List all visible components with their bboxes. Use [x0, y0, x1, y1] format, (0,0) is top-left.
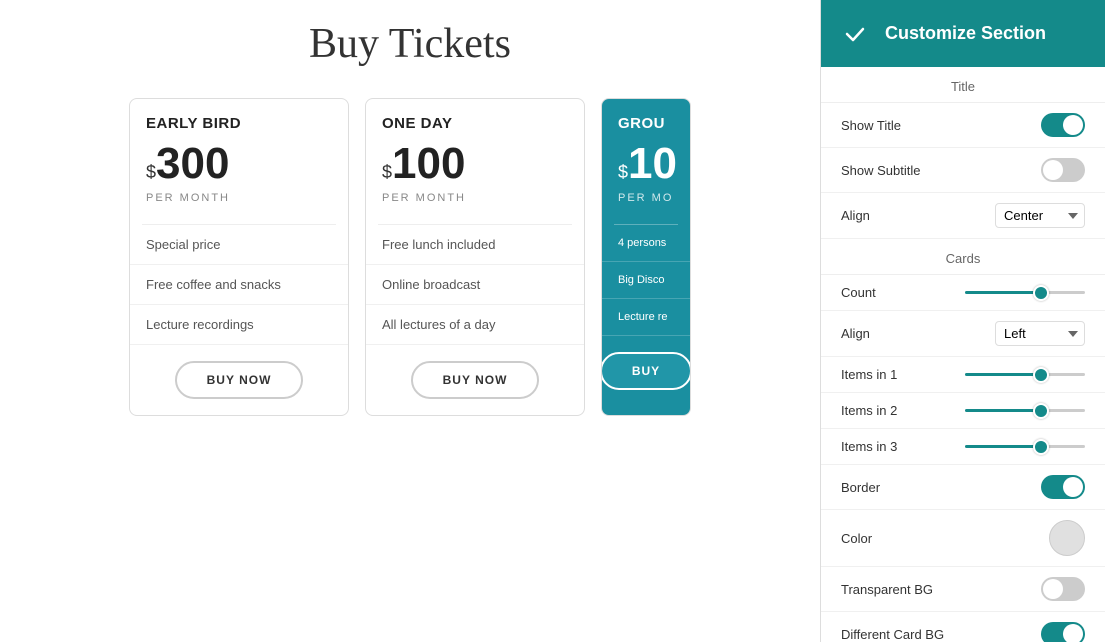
page-title: Buy Tickets	[309, 20, 511, 68]
count-slider-container	[965, 291, 1085, 294]
different-card-bg-toggle[interactable]	[1041, 622, 1085, 642]
feature-item: Big Disco	[602, 262, 690, 299]
feature-item: Special price	[130, 225, 348, 265]
main-content: Buy Tickets EARLY BIRD $ 300 PER MONTH S…	[0, 0, 820, 642]
buy-now-section: BUY NOW	[130, 345, 348, 415]
different-card-bg-label: Different Card BG	[841, 627, 944, 642]
align-cards-label: Align	[841, 326, 870, 341]
items-in-1-row: Items in 1	[821, 357, 1105, 393]
cards-container: EARLY BIRD $ 300 PER MONTH Special price…	[20, 98, 800, 416]
price-dollar: $	[382, 162, 392, 183]
color-row: Color	[821, 510, 1105, 567]
price-row: $ 10	[618, 142, 674, 186]
align-title-row: Align Left Center Right	[821, 193, 1105, 239]
per-month: PER MONTH	[146, 192, 332, 204]
align-title-select[interactable]: Left Center Right	[995, 203, 1085, 228]
price-dollar: $	[146, 162, 156, 183]
transparent-bg-toggle[interactable]	[1041, 577, 1085, 601]
feature-item: Online broadcast	[366, 265, 584, 305]
count-label: Count	[841, 285, 876, 300]
card-header: ONE DAY $ 100 PER MONTH	[366, 99, 584, 224]
card-name: GROU	[618, 115, 674, 132]
feature-item: Lecture re	[602, 299, 690, 336]
early-bird-card: EARLY BIRD $ 300 PER MONTH Special price…	[129, 98, 349, 416]
show-title-row: Show Title	[821, 103, 1105, 148]
feature-item: Lecture recordings	[130, 305, 348, 345]
card-header: GROU $ 10 PER MO	[602, 99, 690, 224]
price-row: $ 300	[146, 142, 332, 186]
align-title-label: Align	[841, 208, 870, 223]
items-in-2-row: Items in 2	[821, 393, 1105, 429]
color-label: Color	[841, 531, 872, 546]
different-card-bg-row: Different Card BG	[821, 612, 1105, 642]
price-amount: 300	[156, 142, 229, 186]
count-row: Count	[821, 275, 1105, 311]
buy-now-section: BUY	[602, 336, 690, 406]
buy-now-button[interactable]: BUY NOW	[175, 361, 304, 399]
feature-item: Free coffee and snacks	[130, 265, 348, 305]
items-in-1-slider-container	[965, 373, 1085, 376]
border-label: Border	[841, 480, 880, 495]
items-in-3-row: Items in 3	[821, 429, 1105, 465]
per-month: PER MO	[618, 192, 674, 204]
price-amount: 10	[628, 142, 677, 186]
items-in-2-label: Items in 2	[841, 403, 897, 418]
items-in-1-slider[interactable]	[965, 373, 1085, 376]
sidebar: Customize Section Title Show Title Show …	[820, 0, 1105, 642]
transparent-bg-label: Transparent BG	[841, 582, 933, 597]
items-in-3-label: Items in 3	[841, 439, 897, 454]
items-in-2-slider[interactable]	[965, 409, 1085, 412]
show-subtitle-row: Show Subtitle	[821, 148, 1105, 193]
transparent-bg-row: Transparent BG	[821, 567, 1105, 612]
price-amount: 100	[392, 142, 465, 186]
show-subtitle-toggle[interactable]	[1041, 158, 1085, 182]
sidebar-title: Customize Section	[885, 23, 1046, 44]
items-in-2-slider-container	[965, 409, 1085, 412]
items-in-3-slider-container	[965, 445, 1085, 448]
border-toggle[interactable]	[1041, 475, 1085, 499]
sidebar-header: Customize Section	[821, 0, 1105, 67]
show-title-toggle[interactable]	[1041, 113, 1085, 137]
feature-item: Free lunch included	[366, 225, 584, 265]
show-title-label: Show Title	[841, 118, 901, 133]
section-label-cards: Cards	[821, 239, 1105, 275]
items-in-1-label: Items in 1	[841, 367, 897, 382]
one-day-card: ONE DAY $ 100 PER MONTH Free lunch inclu…	[365, 98, 585, 416]
buy-now-button[interactable]: BUY	[601, 352, 691, 390]
color-swatch[interactable]	[1049, 520, 1085, 556]
feature-item: All lectures of a day	[366, 305, 584, 345]
show-subtitle-label: Show Subtitle	[841, 163, 921, 178]
buy-now-button[interactable]: BUY NOW	[411, 361, 540, 399]
price-dollar: $	[618, 162, 628, 183]
count-slider[interactable]	[965, 291, 1085, 294]
card-header: EARLY BIRD $ 300 PER MONTH	[130, 99, 348, 224]
items-in-3-slider[interactable]	[965, 445, 1085, 448]
feature-item: 4 persons	[602, 225, 690, 262]
card-name: EARLY BIRD	[146, 115, 332, 132]
card-name: ONE DAY	[382, 115, 568, 132]
price-row: $ 100	[382, 142, 568, 186]
group-card: GROU $ 10 PER MO 4 persons Big Disco Lec…	[601, 98, 691, 416]
align-cards-row: Align Left Center Right	[821, 311, 1105, 357]
border-row: Border	[821, 465, 1105, 510]
per-month: PER MONTH	[382, 192, 568, 204]
check-icon	[841, 20, 869, 48]
section-label-title: Title	[821, 67, 1105, 103]
buy-now-section: BUY NOW	[366, 345, 584, 415]
align-cards-select[interactable]: Left Center Right	[995, 321, 1085, 346]
